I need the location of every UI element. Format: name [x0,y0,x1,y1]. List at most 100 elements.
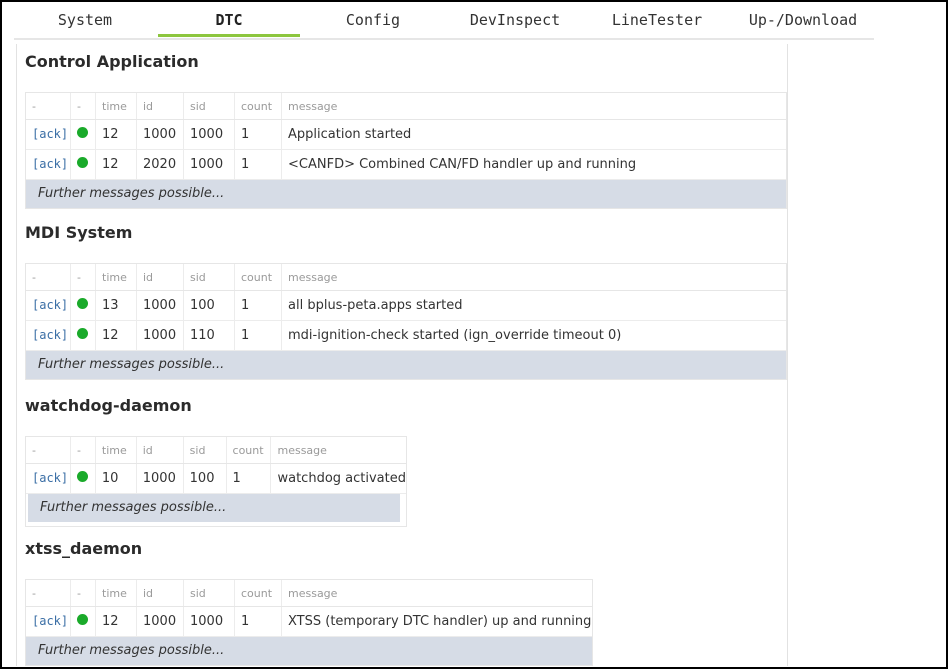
table-row: [ack] 12 1000 1000 1 XTSS (temporary DTC… [26,606,592,637]
status-dot-icon [77,127,88,138]
cell-id: 1000 [136,290,184,321]
table-row: [ack] 13 1000 100 1 all bplus-peta.apps … [26,290,786,321]
cell-sid: 1000 [183,149,235,180]
dtc-content: Control Application - - time id sid coun… [16,44,788,666]
col-sid: sid [183,264,235,291]
col-message: message [270,437,406,464]
cell-message: all bplus-peta.apps started [281,290,786,321]
cell-time: 12 [95,606,137,637]
cell-message: mdi-ignition-check started (ign_override… [281,320,786,351]
cell-sid: 1000 [183,606,235,637]
section-title: Control Application [25,52,199,71]
cell-sid: 110 [183,320,235,351]
col-status: - [70,93,96,120]
table-row: [ack] 12 2020 1000 1 <CANFD> Combined CA… [26,149,786,180]
status-dot-icon [77,614,88,625]
table-header: - - time id sid count message [26,93,786,120]
table-header: - - time id sid count message [26,580,592,607]
cell-count: 1 [234,290,282,321]
tab-bar: System DTC Config DevInspect LineTester … [14,6,874,40]
tab-linetester[interactable]: LineTester [604,6,710,36]
cell-count: 1 [234,149,282,180]
col-message: message [281,580,592,607]
cell-sid: 100 [183,463,227,494]
section-title: xtss_daemon [25,539,143,558]
cell-count: 1 [234,606,282,637]
col-message: message [281,93,786,120]
cell-time: 12 [95,320,137,351]
section-title: MDI System [25,223,133,242]
ack-button[interactable]: [ack] [32,471,68,485]
col-time: time [95,437,137,464]
cell-time: 10 [95,463,137,494]
table-row: [ack] 10 1000 100 1 watchdog activated [26,463,406,494]
further-messages-note: Further messages possible... [28,494,400,522]
ack-button[interactable]: [ack] [32,157,68,171]
col-id: id [136,580,184,607]
dtc-table-xtss-daemon: - - time id sid count message [ack] 12 1… [25,579,593,666]
cell-count: 1 [234,320,282,351]
cell-id: 1000 [136,119,184,150]
col-status: - [70,264,96,291]
cell-id: 1000 [136,463,184,494]
cell-message: Application started [281,119,786,150]
col-status: - [70,437,96,464]
cell-id: 2020 [136,149,184,180]
col-count: count [234,580,282,607]
status-dot-icon [77,157,88,168]
col-id: id [136,264,184,291]
col-ack: - [26,264,71,291]
ack-button[interactable]: [ack] [32,298,68,312]
dtc-table-control-application: - - time id sid count message [ack] 12 1… [25,92,787,209]
table-header: - - time id sid count message [26,264,786,291]
cell-message: watchdog activated [270,463,406,494]
table-header: - - time id sid count message [26,437,406,464]
cell-count: 1 [226,463,272,494]
col-sid: sid [183,93,235,120]
col-time: time [95,264,137,291]
col-time: time [95,580,137,607]
cell-time: 13 [95,290,137,321]
col-ack: - [26,580,71,607]
col-message: message [281,264,786,291]
col-count: count [234,93,282,120]
col-sid: sid [183,437,227,464]
cell-time: 12 [95,149,137,180]
tab-system[interactable]: System [40,6,130,36]
status-dot-icon [77,298,88,309]
cell-sid: 1000 [183,119,235,150]
cell-count: 1 [234,119,282,150]
app-window: System DTC Config DevInspect LineTester … [0,0,948,669]
col-count: count [226,437,272,464]
ack-button[interactable]: [ack] [32,614,68,628]
col-ack: - [26,93,71,120]
dtc-table-watchdog-daemon: - - time id sid count message [ack] 10 1… [25,436,407,527]
ack-button[interactable]: [ack] [32,328,68,342]
cell-time: 12 [95,119,137,150]
cell-message: <CANFD> Combined CAN/FD handler up and r… [281,149,786,180]
table-row: [ack] 12 1000 110 1 mdi-ignition-check s… [26,320,786,351]
status-dot-icon [76,471,88,482]
col-id: id [136,437,184,464]
col-ack: - [26,437,71,464]
col-status: - [70,580,96,607]
cell-id: 1000 [136,320,184,351]
col-time: time [95,93,137,120]
further-messages-note: Further messages possible... [26,637,592,665]
table-row: [ack] 12 1000 1000 1 Application started [26,119,786,150]
section-title: watchdog-daemon [25,396,192,415]
tab-devinspect[interactable]: DevInspect [460,6,570,36]
col-id: id [136,93,184,120]
tab-dtc[interactable]: DTC [158,6,300,37]
cell-message: XTSS (temporary DTC handler) up and runn… [281,606,592,637]
dtc-table-mdi-system: - - time id sid count message [ack] 13 1… [25,263,787,380]
ack-button[interactable]: [ack] [32,127,68,141]
tab-up-download[interactable]: Up-/Download [738,6,868,36]
further-messages-note: Further messages possible... [26,351,786,379]
col-count: count [234,264,282,291]
cell-sid: 100 [183,290,235,321]
status-dot-icon [77,328,88,339]
tab-config[interactable]: Config [330,6,416,36]
cell-id: 1000 [136,606,184,637]
col-sid: sid [183,580,235,607]
